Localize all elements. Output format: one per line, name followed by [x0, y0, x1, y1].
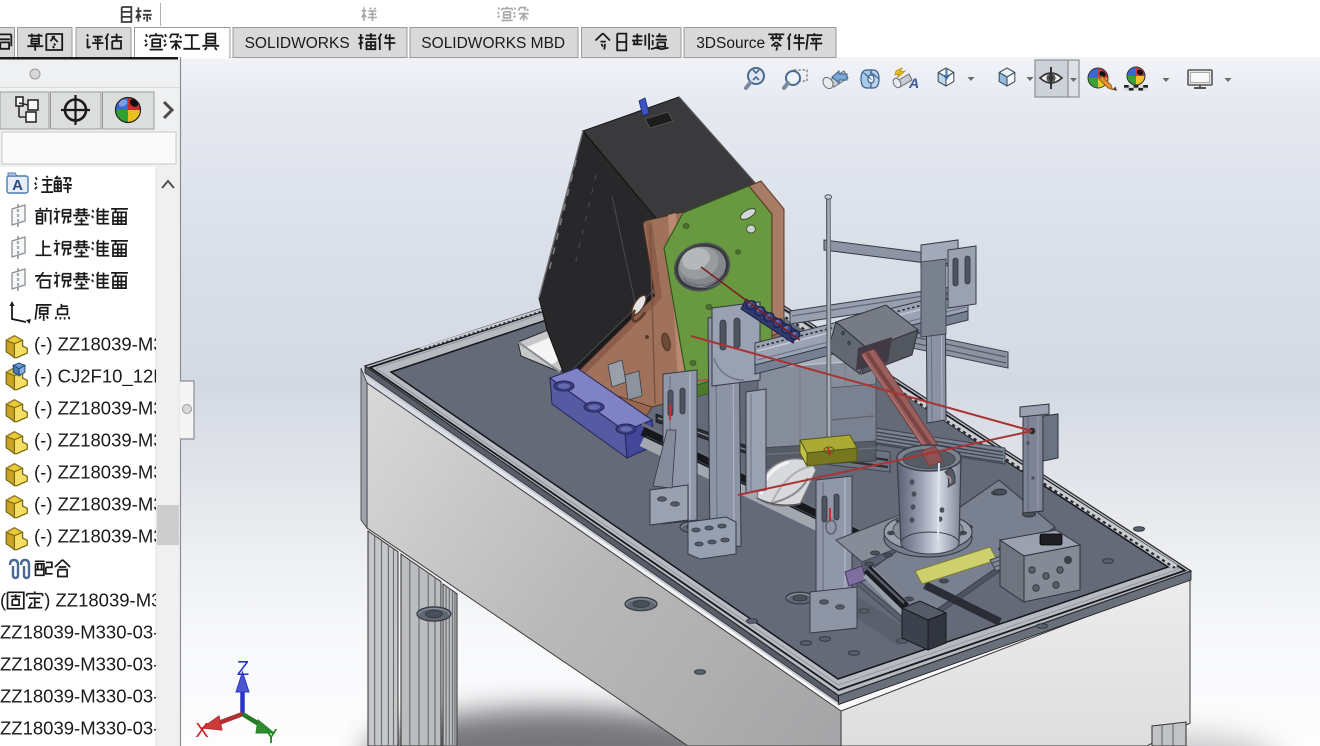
svg-text:ZZ18039-M330-03-00: ZZ18039-M330-03-00: [0, 718, 180, 739]
svg-text:ZZ18039-M330-03-00: ZZ18039-M330-03-00: [0, 654, 180, 675]
svg-text:3DSource: 3DSource: [696, 35, 765, 52]
svg-text:Y: Y: [264, 726, 277, 746]
svg-text:SOLIDWORKS MBD: SOLIDWORKS MBD: [421, 35, 565, 52]
svg-text:SOLIDWORKS: SOLIDWORKS: [245, 35, 350, 52]
svg-text:A: A: [908, 75, 919, 91]
svg-text:A: A: [12, 177, 23, 194]
svg-text:X: X: [195, 720, 208, 742]
svg-text:Z: Z: [237, 658, 249, 680]
svg-text:ZZ18039-M330-03-00: ZZ18039-M330-03-00: [0, 686, 180, 707]
svg-text:(: (: [0, 590, 7, 611]
svg-text:ZZ18039-M330-03-00: ZZ18039-M330-03-00: [0, 622, 180, 643]
